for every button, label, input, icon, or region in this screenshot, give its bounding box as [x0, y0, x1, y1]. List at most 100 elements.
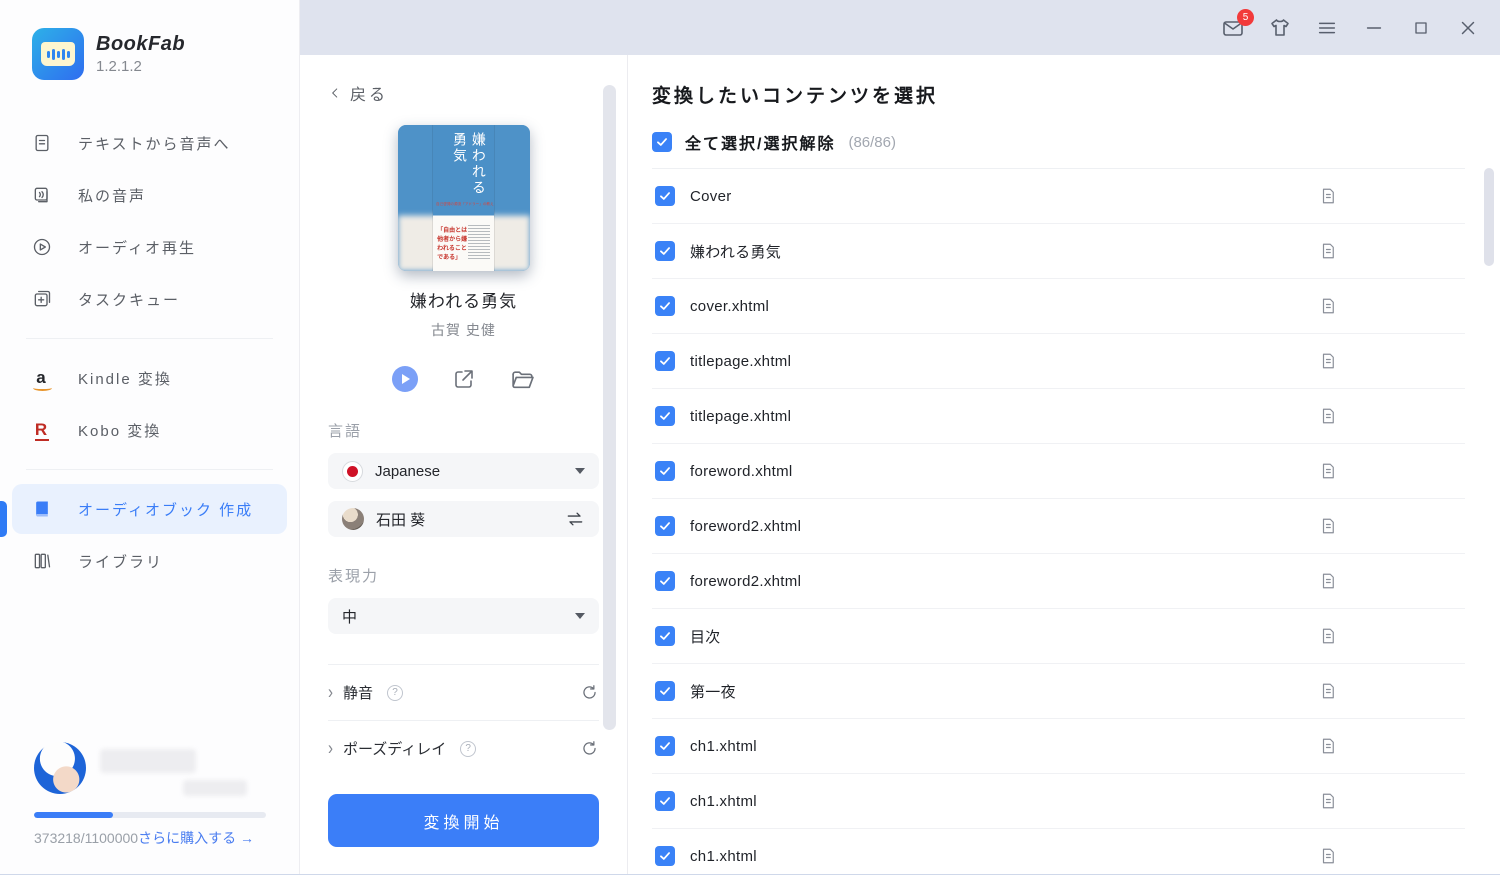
item-checkbox[interactable]	[655, 241, 675, 261]
reset-icon[interactable]	[580, 683, 599, 702]
list-item-label: ch1.xhtml	[690, 848, 1304, 865]
help-icon[interactable]: ?	[460, 741, 476, 757]
language-select[interactable]: Japanese	[328, 453, 599, 489]
sidebar-item-my-voice[interactable]: 私の音声	[12, 170, 287, 220]
sidebar-item-text-to-speech[interactable]: テキストから音声へ	[12, 118, 287, 168]
item-checkbox[interactable]	[655, 351, 675, 371]
item-checkbox[interactable]	[655, 626, 675, 646]
list-item[interactable]: ch1.xhtml	[652, 774, 1465, 829]
selected-indicator	[0, 501, 7, 537]
list-item[interactable]: foreword2.xhtml	[652, 554, 1465, 609]
kobo-rakuten-icon: R	[32, 420, 52, 440]
theme-button[interactable]	[1268, 16, 1292, 40]
close-button[interactable]	[1456, 16, 1480, 40]
bookfab-logo-icon	[32, 28, 84, 80]
back-button[interactable]: 戻る	[328, 81, 599, 105]
silence-setting-row[interactable]: › 静音 ?	[328, 665, 599, 720]
content-scrollbar[interactable]	[1484, 168, 1494, 266]
check-icon	[658, 684, 672, 698]
list-item[interactable]: foreword2.xhtml	[652, 499, 1465, 554]
cover-title-text: 嫌われる勇気	[450, 132, 488, 210]
list-item[interactable]: ch1.xhtml	[652, 829, 1465, 874]
user-avatar[interactable]	[34, 742, 86, 794]
list-item[interactable]: Cover	[652, 169, 1465, 224]
app-version: 1.2.1.2	[96, 58, 185, 75]
list-item[interactable]: 目次	[652, 609, 1465, 664]
cover-subtitle-text: 自己啓発の源流「アドラー」の教え	[436, 201, 491, 206]
sidebar-item-audiobook-create[interactable]: オーディオブック 作成	[12, 484, 287, 534]
list-item[interactable]: 第一夜	[652, 664, 1465, 719]
app-window: BookFab 1.2.1.2 テキストから音声へ 私の音声 オーディオ再生	[0, 0, 1500, 875]
swap-voice-icon[interactable]	[565, 509, 585, 529]
item-checkbox[interactable]	[655, 461, 675, 481]
item-checkbox[interactable]	[655, 736, 675, 756]
check-icon	[658, 794, 672, 808]
sidebar-item-label: ライブラリ	[78, 551, 163, 572]
minimize-button[interactable]	[1362, 16, 1386, 40]
item-checkbox[interactable]	[655, 296, 675, 316]
messages-button[interactable]: 5	[1221, 16, 1245, 40]
list-item[interactable]: cover.xhtml	[652, 279, 1465, 334]
chevron-down-icon	[575, 613, 585, 619]
list-item-label: 目次	[690, 626, 1304, 647]
sidebar-item-label: Kindle 変換	[78, 368, 172, 389]
list-item[interactable]: foreword.xhtml	[652, 444, 1465, 499]
sidebar-item-task-queue[interactable]: タスクキュー	[12, 274, 287, 324]
document-icon	[1319, 297, 1337, 315]
item-checkbox[interactable]	[655, 516, 675, 536]
open-folder-button[interactable]	[510, 367, 535, 392]
maximize-button[interactable]	[1409, 16, 1433, 40]
document-icon	[1319, 462, 1337, 480]
list-item[interactable]: 嫌われる勇気	[652, 224, 1465, 279]
select-all-checkbox[interactable]	[652, 132, 672, 152]
list-item[interactable]: ch1.xhtml	[652, 719, 1465, 774]
list-item-label: 嫌われる勇気	[690, 241, 1304, 262]
check-icon	[658, 849, 672, 863]
credit-usage-text: 373218/1100000	[34, 830, 138, 846]
user-area: 373218/1100000さらに購入する →	[0, 742, 299, 874]
item-checkbox[interactable]	[655, 571, 675, 591]
detail-footer: 変換開始	[300, 767, 627, 874]
list-item[interactable]: titlepage.xhtml	[652, 389, 1465, 444]
book-cover: 嫌われる勇気 自己啓発の源流「アドラー」の教え 「自由とは他者から嫌われることで…	[398, 125, 530, 271]
list-item-label: foreword2.xhtml	[690, 518, 1304, 535]
check-icon	[658, 519, 672, 533]
document-icon	[1319, 682, 1337, 700]
start-conversion-button[interactable]: 変換開始	[328, 794, 599, 847]
minimize-icon	[1363, 17, 1385, 39]
detail-scrollbar[interactable]	[603, 85, 616, 730]
chevron-right-icon: ›	[328, 681, 333, 703]
sidebar: BookFab 1.2.1.2 テキストから音声へ 私の音声 オーディオ再生	[0, 0, 300, 874]
list-item-label: titlepage.xhtml	[690, 408, 1304, 425]
check-icon	[658, 464, 672, 478]
document-icon	[1319, 572, 1337, 590]
check-icon	[658, 189, 672, 203]
sidebar-item-audio-play[interactable]: オーディオ再生	[12, 222, 287, 272]
sidebar-item-library[interactable]: ライブラリ	[12, 536, 287, 586]
reset-icon[interactable]	[580, 739, 599, 758]
select-all-row[interactable]: 全て選択/選択解除 (86/86)	[652, 130, 1465, 168]
notification-badge: 5	[1237, 9, 1254, 26]
item-checkbox[interactable]	[655, 406, 675, 426]
buy-more-link[interactable]: さらに購入する →	[138, 830, 254, 846]
preview-play-button[interactable]	[392, 366, 418, 392]
content-select-panel: 変換したいコンテンツを選択 全て選択/選択解除 (86/86) Cover	[628, 55, 1500, 874]
sidebar-item-kindle-convert[interactable]: a Kindle 変換	[12, 353, 287, 403]
list-item-label: 第一夜	[690, 681, 1304, 702]
selected-count: (86/86)	[848, 134, 896, 151]
expression-select[interactable]: 中	[328, 598, 599, 634]
external-link-button[interactable]	[452, 367, 476, 391]
item-checkbox[interactable]	[655, 681, 675, 701]
item-checkbox[interactable]	[655, 186, 675, 206]
help-icon[interactable]: ?	[387, 685, 403, 701]
item-checkbox[interactable]	[655, 846, 675, 866]
document-icon	[1319, 242, 1337, 260]
menu-button[interactable]	[1315, 16, 1339, 40]
voice-select[interactable]: 石田 葵	[328, 501, 599, 537]
check-icon	[658, 354, 672, 368]
sidebar-item-kobo-convert[interactable]: R Kobo 変換	[12, 405, 287, 455]
list-item[interactable]: titlepage.xhtml	[652, 334, 1465, 389]
check-icon	[658, 739, 672, 753]
item-checkbox[interactable]	[655, 791, 675, 811]
shirt-icon	[1268, 16, 1292, 40]
